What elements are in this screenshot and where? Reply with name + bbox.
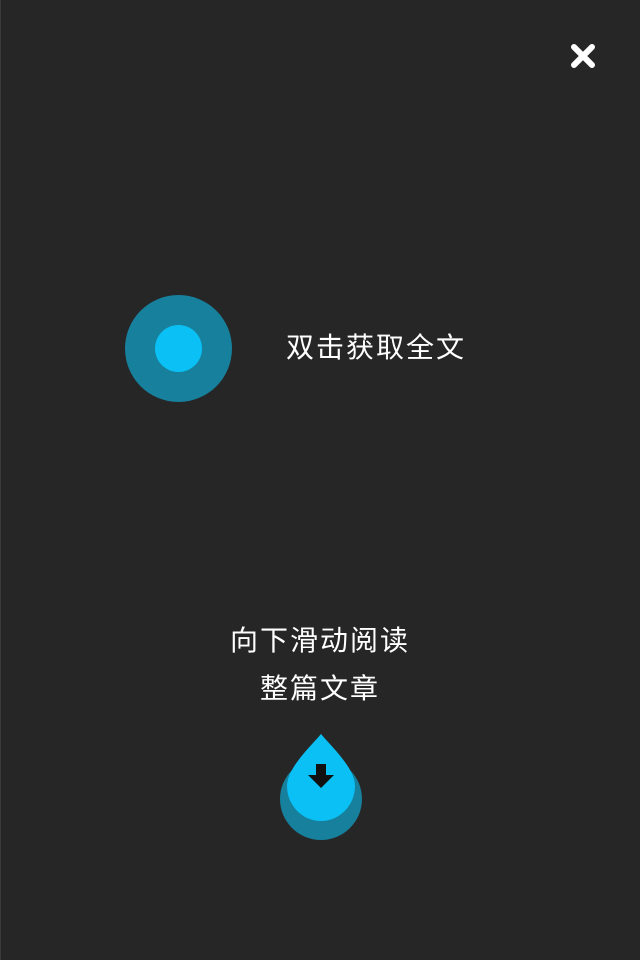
close-icon <box>571 44 595 68</box>
arrow-down-drop-icon <box>279 732 365 842</box>
screen-edge <box>0 0 1 960</box>
scroll-hint-line-1: 向下滑动阅读 <box>229 624 410 657</box>
scroll-hint-line-2: 整篇文章 <box>259 672 380 705</box>
close-button[interactable] <box>565 38 601 74</box>
double-tap-hint: 双击获取全文 <box>286 331 467 364</box>
scroll-hint: 向下滑动阅读 整篇文章 <box>0 617 640 713</box>
tap-indicator-icon <box>125 295 232 402</box>
